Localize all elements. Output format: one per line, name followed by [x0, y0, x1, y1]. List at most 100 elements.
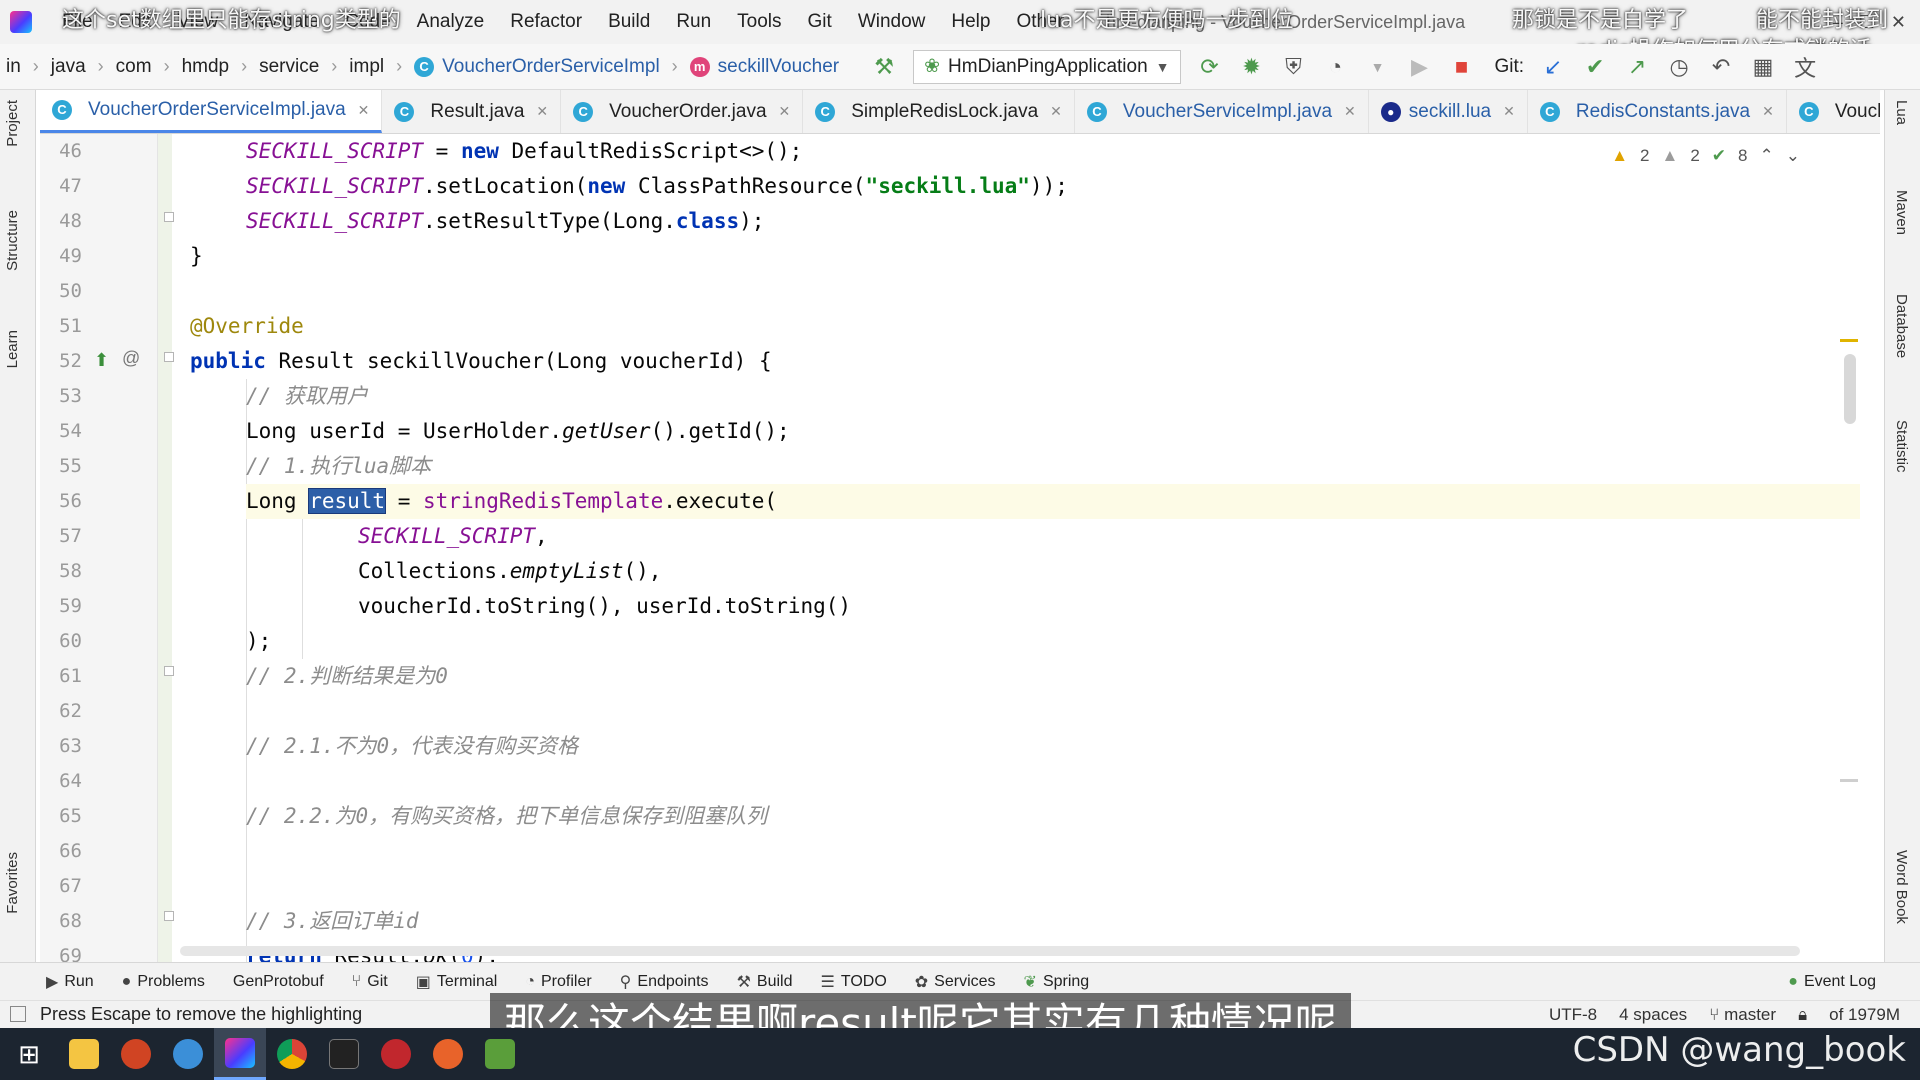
- menu-view[interactable]: View: [165, 11, 232, 33]
- fold-marker-icon[interactable]: [164, 911, 174, 921]
- indent-setting[interactable]: 4 spaces: [1619, 1005, 1687, 1025]
- chevron-down-icon[interactable]: ▼: [1365, 54, 1391, 80]
- profile-icon[interactable]: ◔: [1323, 54, 1349, 80]
- menu-edit[interactable]: Edit: [107, 11, 166, 33]
- tool-run[interactable]: ▶ Run: [0, 972, 108, 992]
- git-branch[interactable]: ⑂ master: [1709, 1005, 1776, 1025]
- tab-result[interactable]: C Result.java ✕: [382, 90, 562, 133]
- menu-help[interactable]: Help: [939, 11, 1004, 33]
- previous-highlight-icon[interactable]: ⌃: [1760, 146, 1774, 166]
- tool-genprotobuf[interactable]: GenProtobuf: [219, 973, 338, 991]
- rollback-icon[interactable]: ↶: [1708, 54, 1734, 80]
- redis-desktop-icon[interactable]: [370, 1028, 422, 1080]
- tool-spring[interactable]: ❦ Spring: [1010, 972, 1104, 992]
- git-update-icon[interactable]: ↙: [1540, 54, 1566, 80]
- code-editor[interactable]: 46 47 48 49 50 51 52 53 54 55 56 57 58 5…: [40, 134, 1860, 962]
- breadcrumb-class[interactable]: C VoucherOrderServiceImpl: [408, 56, 666, 78]
- lock-icon[interactable]: 🔒︎: [1798, 1005, 1807, 1025]
- rerun-icon[interactable]: ⟳: [1197, 54, 1223, 80]
- tab-simple-redis-lock[interactable]: C SimpleRedisLock.java ✕: [803, 90, 1075, 133]
- tool-services[interactable]: ✿ Services: [901, 972, 1010, 992]
- inspection-widget[interactable]: ▲ 2 ▲ 2 ✔ 8 ⌃ ⌄: [1611, 146, 1800, 166]
- close-icon[interactable]: ✕: [1050, 103, 1062, 120]
- menu-refactor[interactable]: Refactor: [498, 11, 596, 33]
- terminal-taskbar-icon[interactable]: [318, 1028, 370, 1080]
- close-icon[interactable]: ✕: [779, 103, 791, 120]
- file-encoding[interactable]: UTF-8: [1549, 1005, 1597, 1025]
- chrome-icon[interactable]: [266, 1028, 318, 1080]
- override-marker-icon[interactable]: ⬆: [94, 350, 109, 371]
- git-commit-icon[interactable]: ✔: [1582, 54, 1608, 80]
- tab-seckill-lua[interactable]: ● seckill.lua ✕: [1369, 90, 1528, 133]
- menu-run[interactable]: Run: [664, 11, 725, 33]
- tool-window-project[interactable]: Project: [4, 100, 21, 147]
- history-clock-icon[interactable]: ◷: [1666, 54, 1692, 80]
- breadcrumb-item[interactable]: com: [110, 56, 158, 78]
- memory-indicator[interactable]: of 1979M: [1829, 1005, 1900, 1025]
- app-icon[interactable]: [422, 1028, 474, 1080]
- selected-word[interactable]: result: [308, 488, 387, 514]
- menu-git[interactable]: Git: [796, 11, 846, 33]
- breadcrumb-item[interactable]: in: [0, 56, 27, 78]
- debug-bug-icon[interactable]: ✹: [1239, 54, 1265, 80]
- menu-file[interactable]: File: [50, 11, 107, 33]
- tool-todo[interactable]: ☰ TODO: [806, 972, 900, 992]
- tool-problems[interactable]: ● Problems: [108, 973, 219, 991]
- fold-marker-icon[interactable]: [164, 212, 174, 222]
- tool-window-lua[interactable]: Lua: [1893, 100, 1910, 125]
- menu-build[interactable]: Build: [596, 11, 664, 33]
- tool-window-statistic[interactable]: Statistic: [1893, 420, 1910, 473]
- run-play-icon[interactable]: ▶: [1407, 54, 1433, 80]
- tool-window-word-book[interactable]: Word Book: [1893, 850, 1910, 924]
- coverage-icon[interactable]: ⛨: [1281, 54, 1307, 80]
- breadcrumb-item[interactable]: java: [45, 56, 92, 78]
- stop-icon[interactable]: ■: [1449, 54, 1475, 80]
- annotation-at-icon[interactable]: @: [122, 348, 140, 369]
- tool-endpoints[interactable]: ⚲ Endpoints: [606, 972, 723, 992]
- fold-marker-icon[interactable]: [164, 352, 174, 362]
- horizontal-scrollbar[interactable]: [180, 946, 1800, 956]
- tool-window-database[interactable]: Database: [1893, 294, 1910, 358]
- next-highlight-icon[interactable]: ⌄: [1786, 146, 1800, 166]
- tool-build[interactable]: ⚒ Build: [723, 972, 807, 992]
- menu-analyze[interactable]: Analyze: [405, 11, 499, 33]
- build-hammer-icon[interactable]: ⚒: [871, 54, 897, 80]
- translate-icon[interactable]: 文: [1792, 54, 1818, 81]
- tool-event-log[interactable]: ● Event Log: [1774, 973, 1890, 991]
- close-icon[interactable]: ✕: [358, 102, 370, 119]
- close-icon[interactable]: ✕: [1762, 103, 1774, 120]
- tab-voucher-ord[interactable]: C VoucherOrd: [1787, 90, 1880, 133]
- menu-window[interactable]: Window: [846, 11, 940, 33]
- run-configuration-select[interactable]: ❀ HmDianPingApplication ▼: [913, 49, 1181, 84]
- fold-marker-icon[interactable]: [164, 666, 174, 676]
- menu-navigate[interactable]: Navigate: [232, 11, 333, 33]
- breadcrumb-method[interactable]: m seckillVoucher: [684, 56, 845, 78]
- tool-window-maven[interactable]: Maven: [1893, 190, 1910, 235]
- scrollbar-warning-marker[interactable]: [1840, 339, 1858, 342]
- windows-start-icon[interactable]: ⊞: [0, 1028, 58, 1080]
- tab-redis-constants[interactable]: C RedisConstants.java ✕: [1528, 90, 1787, 133]
- app-icon[interactable]: [474, 1028, 526, 1080]
- tool-window-favorites[interactable]: Favorites: [4, 852, 21, 914]
- code-area[interactable]: SECKILL_SCRIPT = new DefaultRedisScript<…: [190, 134, 1860, 962]
- tool-terminal[interactable]: ▣ Terminal: [402, 972, 512, 992]
- tool-window-structure[interactable]: Structure: [4, 210, 21, 271]
- tab-voucher-order-service-impl[interactable]: C VoucherOrderServiceImpl.java ✕: [40, 90, 383, 133]
- file-explorer-icon[interactable]: [58, 1028, 110, 1080]
- tab-voucher-order[interactable]: C VoucherOrder.java ✕: [561, 90, 804, 133]
- scrollbar-marker[interactable]: [1840, 779, 1858, 782]
- tool-git[interactable]: ⑂ Git: [338, 973, 402, 991]
- git-push-icon[interactable]: ↗: [1624, 54, 1650, 80]
- line-number-gutter[interactable]: 46 47 48 49 50 51 52 53 54 55 56 57 58 5…: [40, 134, 158, 962]
- close-window-icon[interactable]: ✕: [1891, 12, 1906, 33]
- menu-other[interactable]: Other: [1004, 11, 1078, 33]
- close-icon[interactable]: ✕: [1503, 103, 1515, 120]
- tab-voucher-service-impl[interactable]: C VoucherServiceImpl.java ✕: [1075, 90, 1369, 133]
- intellij-taskbar-icon[interactable]: [214, 1028, 266, 1080]
- tool-profiler[interactable]: ◔ Profiler: [511, 973, 605, 991]
- close-icon[interactable]: ✕: [1344, 103, 1356, 120]
- tool-windows-toggle-icon[interactable]: [10, 1006, 26, 1022]
- vertical-scrollbar-thumb[interactable]: [1844, 354, 1856, 424]
- powerpoint-icon[interactable]: [110, 1028, 162, 1080]
- maximize-icon[interactable]: ☐: [1859, 12, 1875, 33]
